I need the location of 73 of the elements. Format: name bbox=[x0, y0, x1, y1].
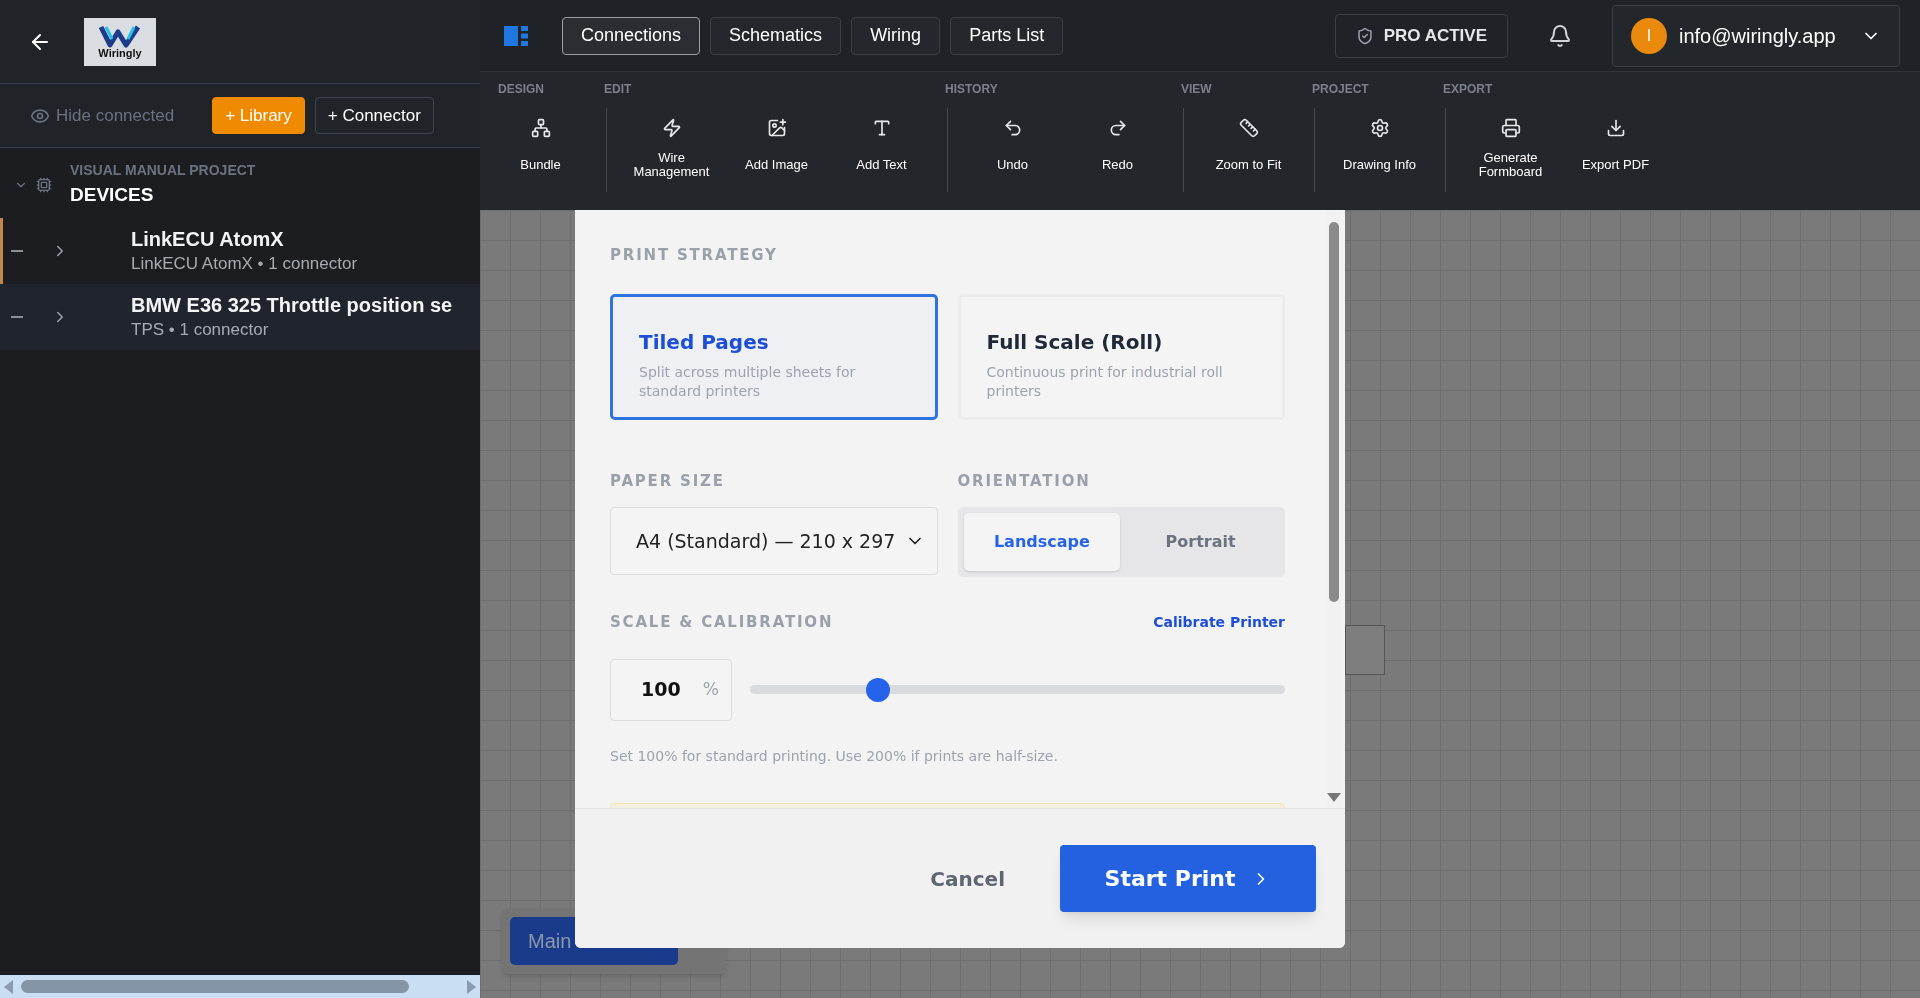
toolbar-button[interactable]: Add Text bbox=[829, 108, 934, 192]
dash-icon bbox=[11, 249, 23, 252]
device-detail: LinkECU AtomX • 1 connector bbox=[131, 252, 358, 275]
scale-input[interactable]: 100 % bbox=[610, 658, 732, 721]
section-label: ORIENTATION bbox=[957, 470, 1092, 492]
toolbar-button[interactable]: Generate Formboard bbox=[1458, 108, 1563, 192]
card-title: Tiled Pages bbox=[639, 328, 770, 356]
scale-slider-thumb[interactable] bbox=[866, 677, 891, 702]
bell-icon[interactable] bbox=[1548, 23, 1572, 48]
logo-text: Wiringly bbox=[98, 48, 142, 59]
nav-tab[interactable]: Parts List bbox=[950, 16, 1064, 55]
group-label: EXPORT bbox=[1442, 81, 1494, 98]
add-connector-button[interactable]: + Connector bbox=[314, 97, 434, 134]
horizontal-scrollbar[interactable] bbox=[0, 975, 480, 998]
device-item[interactable]: BMW E36 325 Throttle position se TPS • 1 connector bbox=[0, 283, 480, 350]
toolbar-button[interactable]: Export PDF bbox=[1563, 108, 1668, 192]
group-label: DESIGN bbox=[497, 81, 545, 98]
scrollbar-thumb[interactable] bbox=[21, 980, 409, 993]
cancel-button[interactable]: Cancel bbox=[930, 863, 1005, 894]
canvas[interactable] bbox=[480, 210, 1920, 998]
toolbar-button[interactable]: Wire Management bbox=[619, 108, 724, 192]
download-icon bbox=[1605, 118, 1626, 138]
connector-node[interactable] bbox=[1345, 625, 1385, 675]
section-label: PRINT STRATEGY bbox=[610, 245, 779, 266]
user-menu[interactable]: I info@wiringly.app bbox=[1612, 4, 1900, 67]
section-title: DEVICES bbox=[70, 183, 155, 207]
section-label: PAPER SIZE bbox=[610, 470, 726, 492]
scale-slider[interactable] bbox=[750, 677, 1285, 702]
calibrate-link[interactable]: Calibrate Printer bbox=[1153, 611, 1285, 633]
user-avatar: I bbox=[1631, 17, 1667, 54]
logo-mark-icon bbox=[98, 24, 142, 48]
scroll-left-icon[interactable] bbox=[4, 979, 13, 994]
dash-icon bbox=[11, 315, 23, 318]
strategy-card[interactable]: Tiled Pages Split across multiple sheets for standard printers bbox=[610, 293, 938, 420]
image-plus-icon bbox=[766, 118, 787, 138]
toolbar-button[interactable]: Drawing Info bbox=[1327, 108, 1432, 192]
pro-badge: PRO ACTIVE bbox=[1334, 13, 1508, 58]
hierarchy-icon bbox=[530, 118, 551, 138]
orientation-option[interactable]: Landscape bbox=[963, 513, 1121, 571]
section-label: SCALE & CALIBRATION bbox=[610, 612, 834, 633]
unit-label: % bbox=[702, 677, 719, 701]
strategy-card[interactable]: Full Scale (Roll) Continuous print for industrial roll printers bbox=[957, 293, 1285, 420]
chip-icon bbox=[36, 176, 52, 193]
group-label: VIEW bbox=[1180, 81, 1213, 98]
device-name: BMW E36 325 Throttle position se bbox=[131, 292, 453, 318]
lightning-icon bbox=[661, 118, 682, 138]
project-name: VISUAL MANUAL PROJECT bbox=[70, 161, 256, 180]
toolbar-button[interactable]: Add Image bbox=[724, 108, 829, 192]
toolbar-button[interactable]: Redo bbox=[1065, 108, 1170, 192]
start-print-button[interactable]: Start Print bbox=[1060, 845, 1316, 912]
ruler-icon bbox=[1238, 118, 1259, 138]
scale-hint: Set 100% for standard printing. Use 200% if prints are half-size. bbox=[610, 746, 1059, 766]
device-detail: TPS • 1 connector bbox=[131, 318, 270, 341]
scrollbar-thumb[interactable] bbox=[1329, 222, 1339, 602]
printer-icon bbox=[1500, 118, 1521, 138]
undo-icon bbox=[1002, 118, 1023, 138]
nav-tab[interactable]: Connections bbox=[562, 16, 701, 55]
orientation-option[interactable]: Portrait bbox=[1122, 513, 1279, 571]
paper-size-select[interactable]: A4 (Standard) — 210 x 297 bbox=[610, 507, 938, 575]
group-label: HISTORY bbox=[944, 81, 999, 98]
card-description: Split across multiple sheets for standard printers bbox=[639, 362, 857, 401]
nav-tab[interactable]: Schematics bbox=[710, 16, 842, 55]
group-label: EDIT bbox=[603, 81, 633, 98]
toolbar-button[interactable]: Bundle bbox=[488, 108, 593, 192]
card-description: Continuous print for industrial roll printers bbox=[986, 362, 1224, 401]
toolbar-button[interactable]: Undo bbox=[960, 108, 1065, 192]
card-title: Full Scale (Roll) bbox=[986, 328, 1164, 356]
group-label: PROJECT bbox=[1311, 81, 1370, 98]
settings-icon bbox=[1369, 118, 1390, 138]
nav-tab[interactable]: Wiring bbox=[851, 16, 941, 55]
layout-icon[interactable] bbox=[504, 25, 528, 46]
toolbar-button[interactable]: Zoom to Fit bbox=[1196, 108, 1301, 192]
device-name: LinkECU AtomX bbox=[131, 226, 285, 252]
